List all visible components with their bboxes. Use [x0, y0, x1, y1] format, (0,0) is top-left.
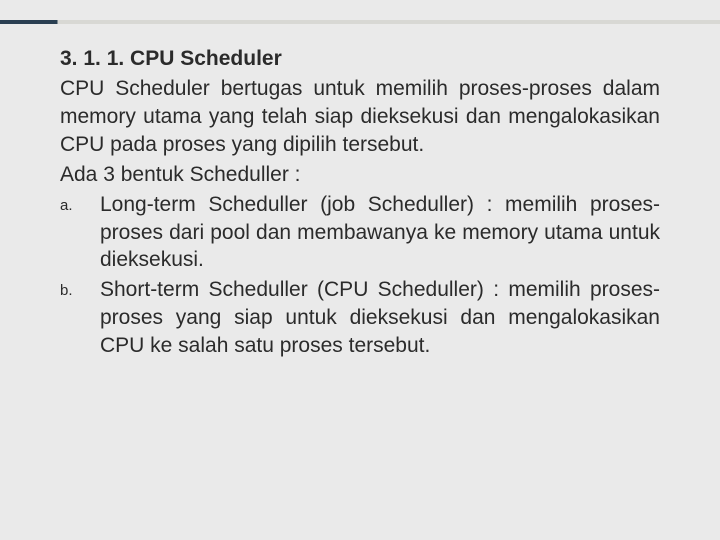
list-item-text: Short-term Scheduller (CPU Scheduller) :…	[100, 276, 660, 360]
list-lead: Ada 3 bentuk Scheduller :	[60, 161, 660, 189]
content-block: 3. 1. 1. CPU Scheduler CPU Scheduler ber…	[60, 45, 660, 360]
section-heading: 3. 1. 1. CPU Scheduler	[60, 45, 660, 73]
accent-bar	[0, 20, 720, 24]
list-item: a. Long-term Scheduller (job Scheduller)…	[60, 191, 660, 275]
slide: 3. 1. 1. CPU Scheduler CPU Scheduler ber…	[0, 0, 720, 540]
list-item: b. Short-term Scheduller (CPU Scheduller…	[60, 276, 660, 360]
scheduler-list: a. Long-term Scheduller (job Scheduller)…	[60, 191, 660, 361]
list-marker: a.	[60, 191, 100, 275]
intro-paragraph: CPU Scheduler bertugas untuk memilih pro…	[60, 75, 660, 159]
list-marker: b.	[60, 276, 100, 360]
list-item-text: Long-term Scheduller (job Scheduller) : …	[100, 191, 660, 275]
